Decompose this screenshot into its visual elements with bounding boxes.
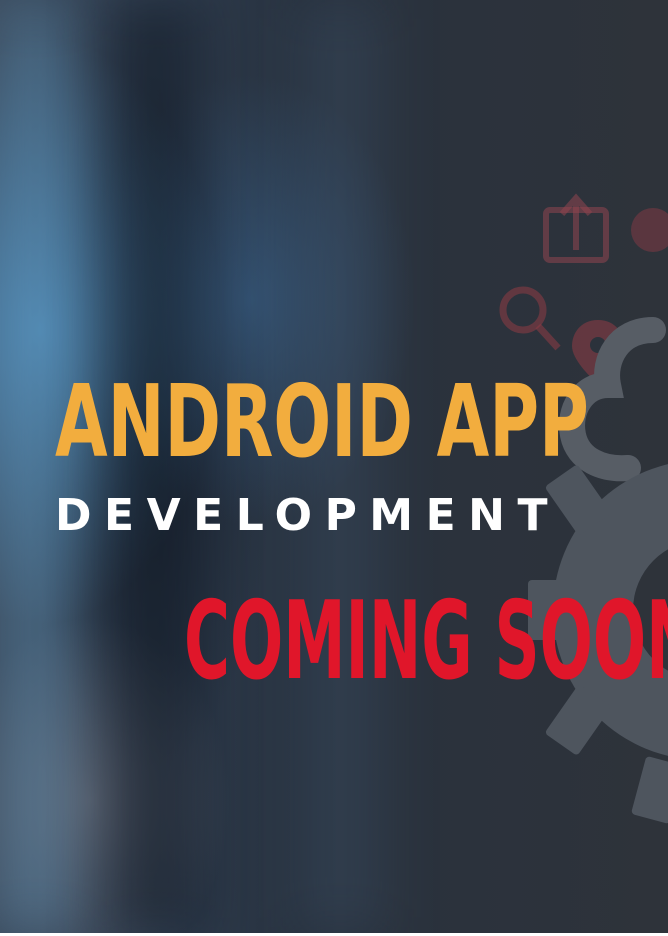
coming-soon-label: COMING SOON (184, 579, 668, 704)
poster: ANDROID APP DEVELOPMENT COMING SOON (0, 0, 668, 936)
chat-bubble-icon (631, 208, 668, 252)
title-android-app: ANDROID APP (55, 363, 589, 480)
search-icon (499, 286, 561, 351)
upload-icon (543, 193, 609, 263)
subtitle-development: DEVELOPMENT (55, 490, 560, 541)
